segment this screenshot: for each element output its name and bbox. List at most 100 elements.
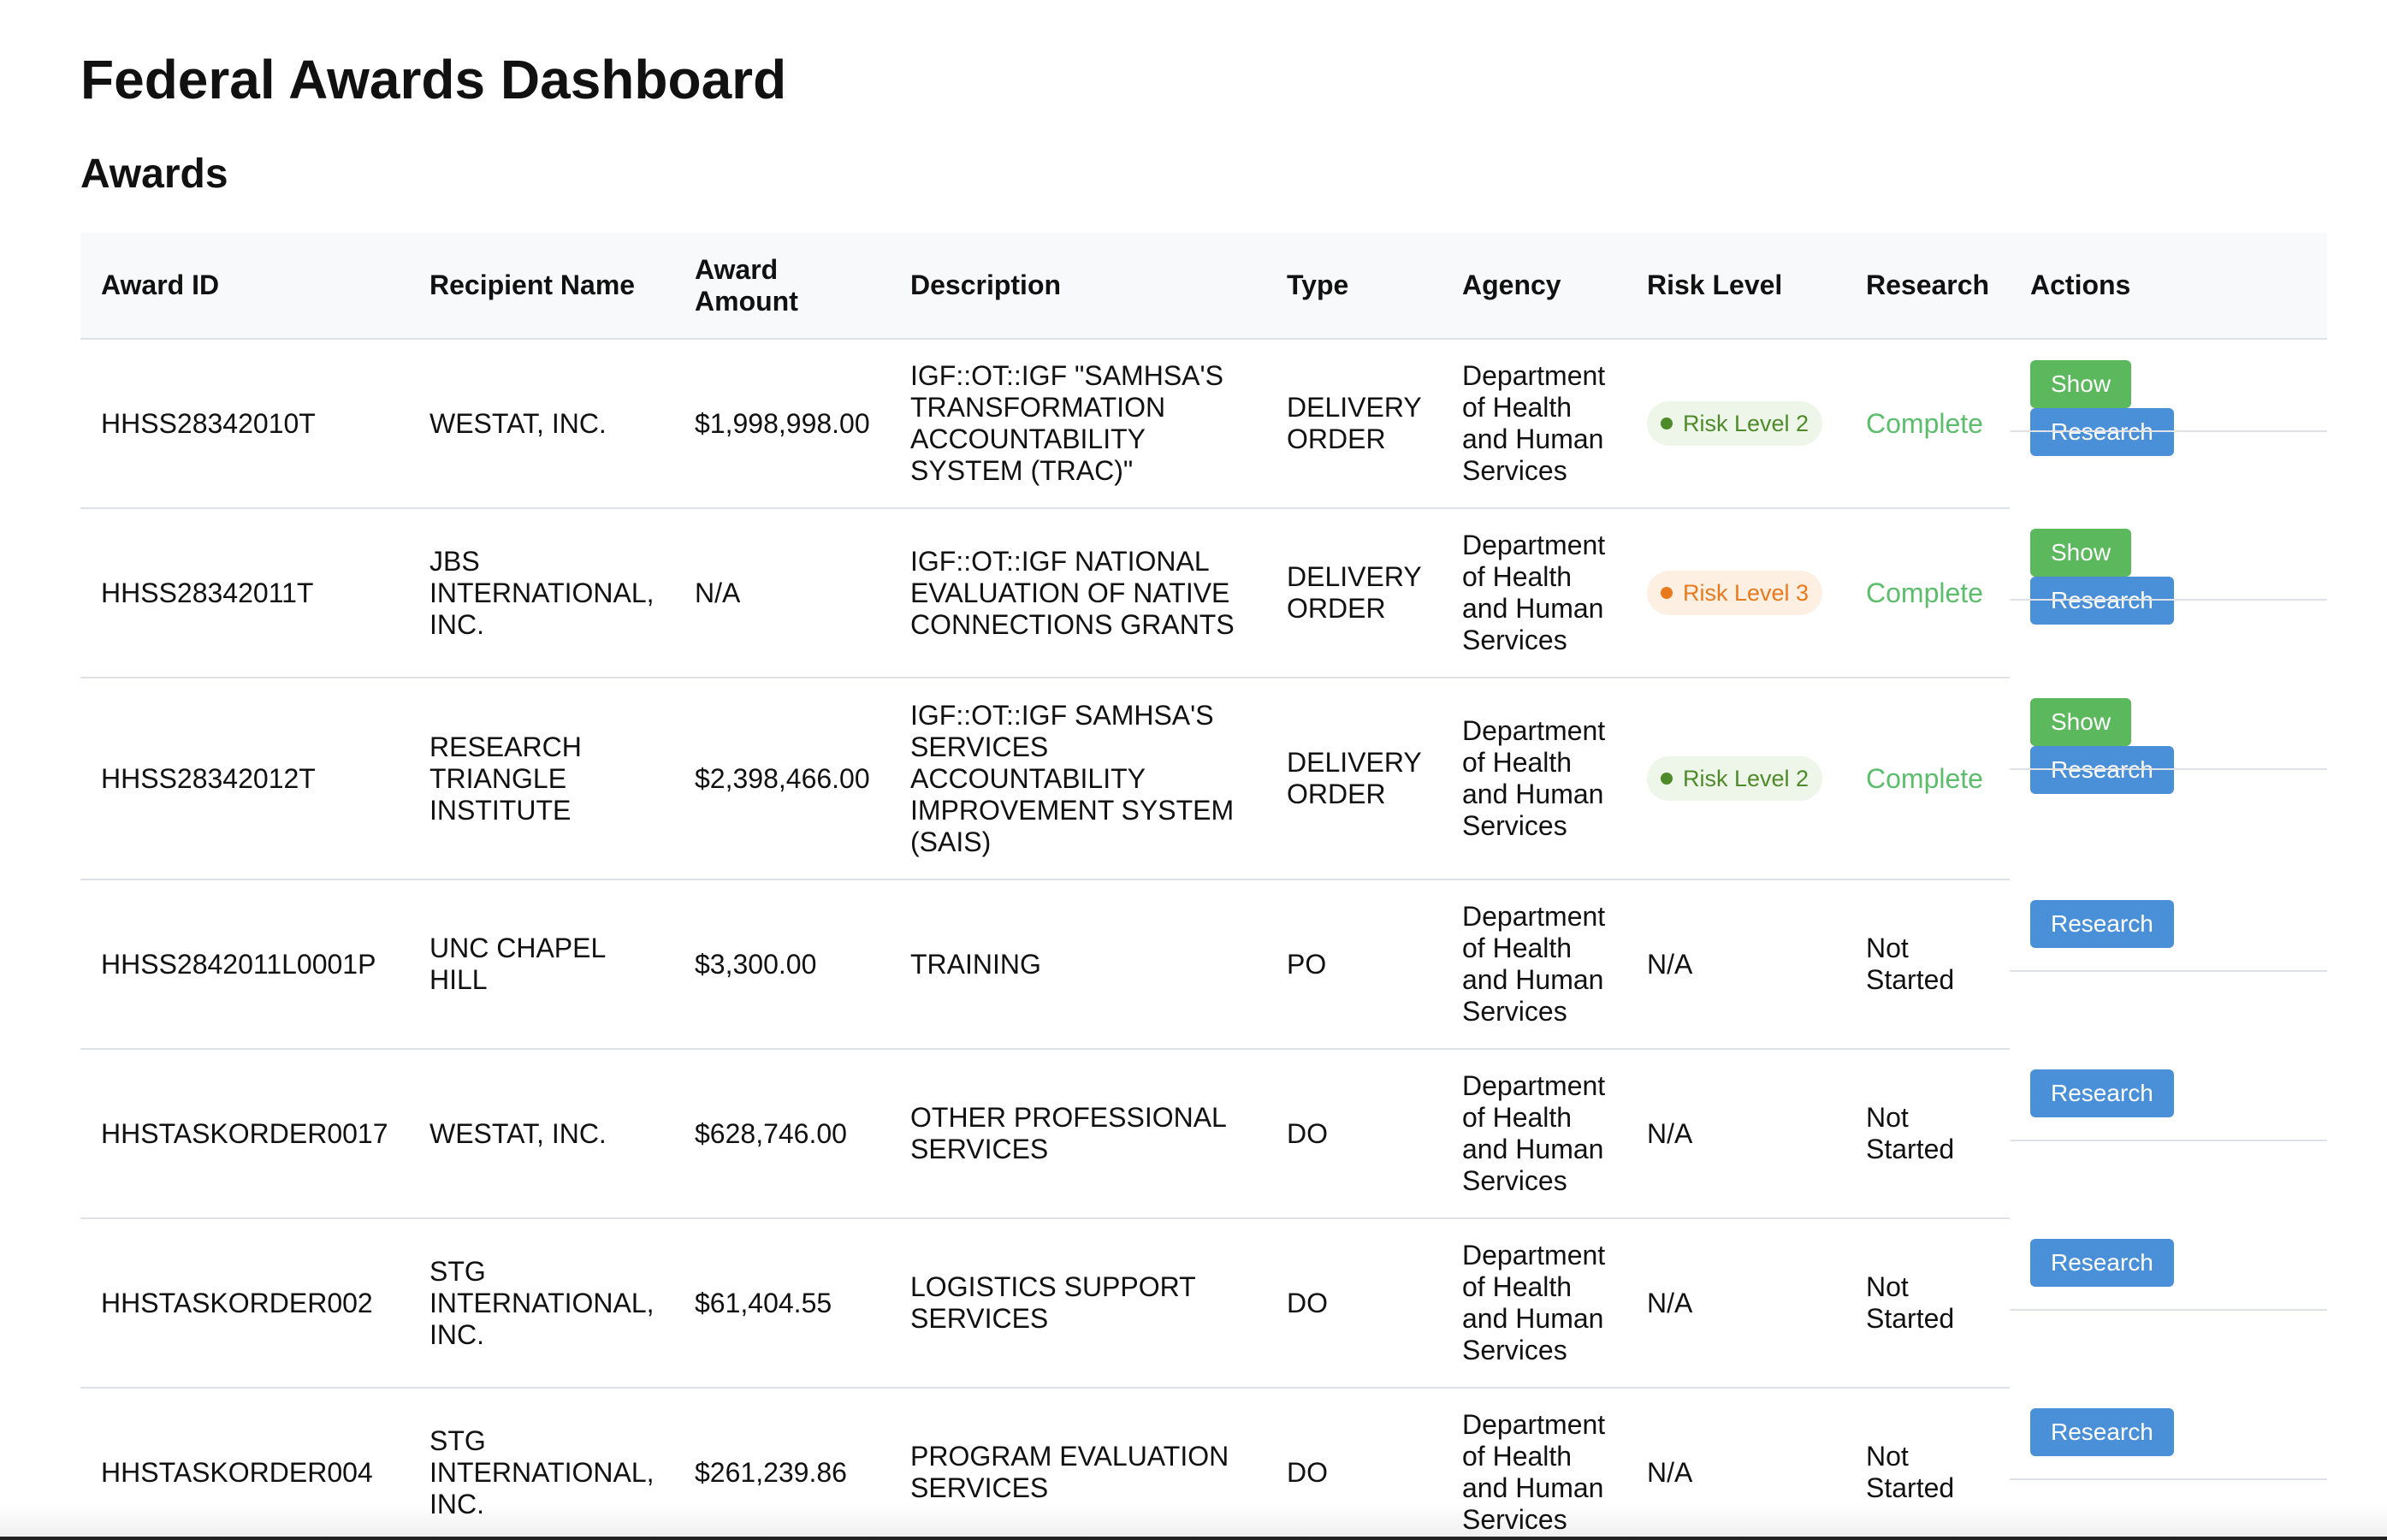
header-type[interactable]: Type (1266, 233, 1442, 340)
description-cell: TRAINING (890, 880, 1266, 1050)
awards-table: Award ID Recipient Name Award Amount Des… (80, 233, 2327, 1540)
award-id-cell: HHSTASKORDER002 (80, 1218, 409, 1389)
header-recipient-name[interactable]: Recipient Name (409, 233, 674, 340)
viewport-fade (0, 1502, 2387, 1537)
research-button[interactable]: Research (2030, 1239, 2174, 1287)
amount-cell: $3,300.00 (674, 880, 890, 1050)
research-button[interactable]: Research (2030, 1408, 2174, 1456)
row-divider (2010, 1309, 2327, 1311)
row-divider (2010, 970, 2327, 972)
table-row: HHSS2842011L0001P UNC CHAPEL HILL $3,300… (80, 880, 2327, 1050)
header-actions: Actions (2010, 233, 2327, 340)
risk-level-label: Risk Level 2 (1683, 410, 1810, 436)
show-button[interactable]: Show (2030, 360, 2132, 408)
risk-level-label: Risk Level 2 (1683, 765, 1810, 791)
agency-cell: Department of Health and Human Services (1442, 880, 1626, 1050)
recipient-cell: STG INTERNATIONAL, INC. (409, 1218, 674, 1389)
research-button[interactable]: Research (2030, 1069, 2174, 1117)
amount-cell: $61,404.55 (674, 1218, 890, 1389)
risk-level-badge: Risk Level 2 (1647, 756, 1823, 801)
research-status-cell: Not Started (1845, 880, 2010, 1050)
research-status: Complete (1866, 577, 1983, 608)
research-status-cell: Complete (1845, 678, 2010, 880)
table-row: HHSS28342012T RESEARCH TRIANGLE INSTITUT… (80, 678, 2327, 880)
risk-cell: N/A (1626, 1049, 1845, 1219)
table-row: HHSS28342011T JBS INTERNATIONAL, INC. N/… (80, 508, 2327, 678)
show-button[interactable]: Show (2030, 698, 2132, 746)
award-id-cell: HHSS28342011T (80, 508, 409, 678)
research-button[interactable]: Research (2030, 577, 2174, 625)
row-divider (2010, 768, 2327, 770)
row-divider (2010, 1478, 2327, 1480)
type-cell: DO (1266, 1049, 1442, 1219)
research-button[interactable]: Research (2030, 746, 2174, 794)
research-status: Complete (1866, 762, 1983, 794)
table-row: HHSTASKORDER002 STG INTERNATIONAL, INC. … (80, 1218, 2327, 1389)
risk-level-label: Risk Level 3 (1683, 579, 1810, 606)
amount-cell: $2,398,466.00 (674, 678, 890, 880)
type-cell: DELIVERY ORDER (1266, 339, 1442, 509)
award-id-cell: HHSS28342012T (80, 678, 409, 880)
amount-cell: N/A (674, 508, 890, 678)
research-status-cell: Not Started (1845, 1218, 2010, 1389)
award-id-cell: HHSS28342010T (80, 339, 409, 509)
research-status: Complete (1866, 407, 1983, 439)
section-title: Awards (80, 151, 228, 197)
type-cell: DO (1266, 1218, 1442, 1389)
dashboard-page: Federal Awards Dashboard Awards Award ID… (0, 0, 2387, 1540)
page-title: Federal Awards Dashboard (80, 49, 787, 110)
row-divider (2010, 599, 2327, 601)
header-risk-level[interactable]: Risk Level (1626, 233, 1845, 340)
header-research[interactable]: Research (1845, 233, 2010, 340)
window-bottom-edge (0, 1537, 2387, 1540)
actions-cell: Research (2010, 1049, 2327, 1218)
recipient-cell: UNC CHAPEL HILL (409, 880, 674, 1050)
type-cell: DELIVERY ORDER (1266, 678, 1442, 880)
show-button[interactable]: Show (2030, 529, 2132, 577)
description-cell: IGF::OT::IGF SAMHSA'S SERVICES ACCOUNTAB… (890, 678, 1266, 880)
risk-cell: N/A (1626, 880, 1845, 1050)
type-cell: PO (1266, 880, 1442, 1050)
agency-cell: Department of Health and Human Services (1442, 339, 1626, 509)
status-dot-icon (1661, 773, 1673, 785)
agency-cell: Department of Health and Human Services (1442, 508, 1626, 678)
description-cell: LOGISTICS SUPPORT SERVICES (890, 1218, 1266, 1389)
table-row: HHSS28342010T WESTAT, INC. $1,998,998.00… (80, 339, 2327, 509)
research-status-cell: Complete (1845, 508, 2010, 678)
agency-cell: Department of Health and Human Services (1442, 1049, 1626, 1219)
research-button[interactable]: Research (2030, 408, 2174, 456)
recipient-cell: WESTAT, INC. (409, 339, 674, 509)
agency-cell: Department of Health and Human Services (1442, 678, 1626, 880)
actions-cell: Research (2010, 1218, 2327, 1388)
table-row: HHSTASKORDER0017 WESTAT, INC. $628,746.0… (80, 1049, 2327, 1219)
research-button[interactable]: Research (2030, 900, 2174, 948)
row-divider (2010, 1140, 2327, 1141)
description-cell: IGF::OT::IGF NATIONAL EVALUATION OF NATI… (890, 508, 1266, 678)
description-cell: IGF::OT::IGF "SAMHSA'S TRANSFORMATION AC… (890, 339, 1266, 509)
risk-level-badge: Risk Level 3 (1647, 571, 1823, 615)
risk-level-badge: Risk Level 2 (1647, 401, 1823, 446)
recipient-cell: JBS INTERNATIONAL, INC. (409, 508, 674, 678)
risk-cell: N/A (1626, 1218, 1845, 1389)
row-divider (2010, 430, 2327, 432)
status-dot-icon (1661, 418, 1673, 429)
research-status-cell: Not Started (1845, 1049, 2010, 1219)
status-dot-icon (1661, 587, 1673, 599)
actions-cell: Research (2010, 880, 2327, 1049)
amount-cell: $628,746.00 (674, 1049, 890, 1219)
header-award-amount[interactable]: Award Amount (674, 233, 890, 340)
table-header-row: Award ID Recipient Name Award Amount Des… (80, 233, 2327, 340)
recipient-cell: RESEARCH TRIANGLE INSTITUTE (409, 678, 674, 880)
recipient-cell: WESTAT, INC. (409, 1049, 674, 1219)
award-id-cell: HHSS2842011L0001P (80, 880, 409, 1050)
header-description[interactable]: Description (890, 233, 1266, 340)
header-award-id[interactable]: Award ID (80, 233, 409, 340)
research-status-cell: Complete (1845, 339, 2010, 509)
header-agency[interactable]: Agency (1442, 233, 1626, 340)
agency-cell: Department of Health and Human Services (1442, 1218, 1626, 1389)
risk-cell: Risk Level 2 (1626, 678, 1845, 880)
actions-cell: ShowResearch (2010, 508, 2327, 678)
risk-cell: Risk Level 2 (1626, 339, 1845, 509)
amount-cell: $1,998,998.00 (674, 339, 890, 509)
award-id-cell: HHSTASKORDER0017 (80, 1049, 409, 1219)
